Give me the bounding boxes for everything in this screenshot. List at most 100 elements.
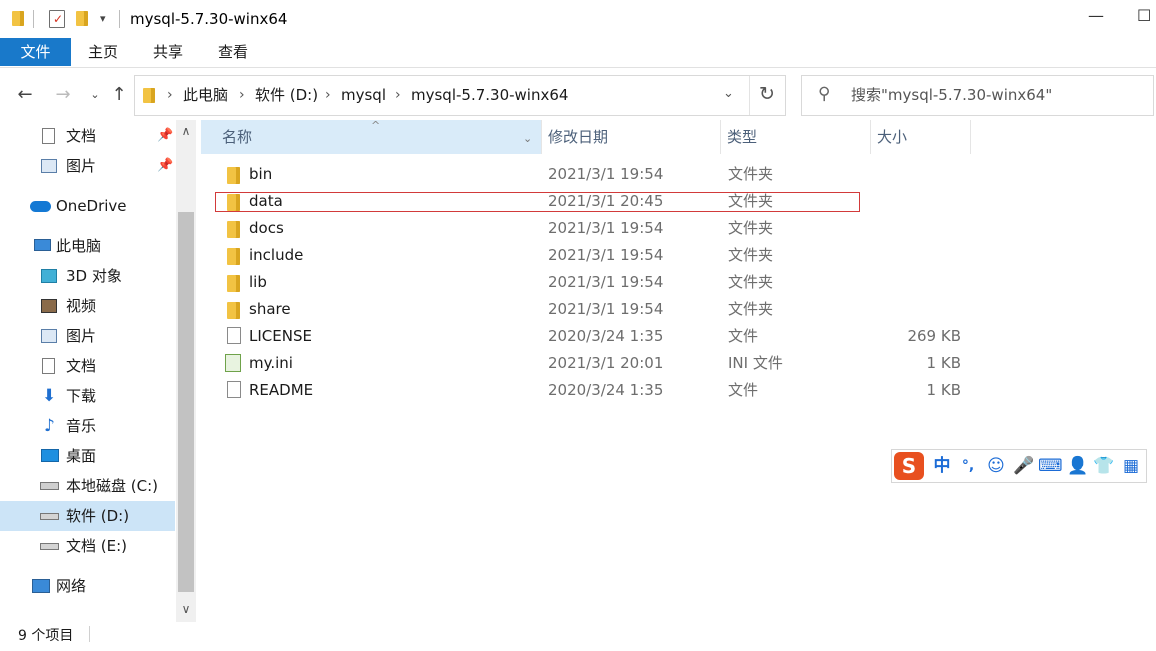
videos-icon	[41, 299, 57, 313]
pin-icon[interactable]: 📌	[157, 151, 173, 181]
downloads-icon: ⬇	[42, 386, 57, 406]
column-header-size[interactable]: 大小	[877, 120, 967, 154]
pin-icon[interactable]: 📌	[157, 121, 173, 151]
sidebar-item-network[interactable]: 网络	[0, 571, 175, 601]
file-row-share[interactable]: share 2021/3/1 19:54 文件夹	[201, 296, 1156, 323]
folder-icon	[227, 275, 240, 292]
sidebar-item-quick-documents[interactable]: 文档 📌	[0, 121, 175, 151]
breadcrumb-this-pc[interactable]: 此电脑	[183, 76, 228, 115]
desktop-icon	[41, 449, 59, 462]
user-icon[interactable]: 👤	[1066, 450, 1090, 482]
ime-punctuation-toggle[interactable]: °,	[956, 450, 980, 482]
microphone-icon[interactable]: 🎤	[1012, 450, 1036, 482]
sidebar-item-desktop[interactable]: 桌面	[0, 441, 175, 471]
this-pc-icon	[34, 239, 51, 251]
file-row-bin[interactable]: bin 2021/3/1 19:54 文件夹	[201, 161, 1156, 188]
tab-home[interactable]: 主页	[86, 38, 120, 66]
folder-icon	[227, 248, 240, 265]
file-row-lib[interactable]: lib 2021/3/1 19:54 文件夹	[201, 269, 1156, 296]
recent-locations-chevron-icon[interactable]: ⌄	[84, 82, 106, 108]
search-box[interactable]: ⚲ 搜索"mysql-5.7.30-winx64"	[801, 75, 1154, 116]
breadcrumb-current-folder[interactable]: mysql-5.7.30-winx64	[411, 76, 568, 115]
back-arrow-icon[interactable]: ←	[14, 82, 36, 108]
breadcrumb-separator-icon[interactable]: ›	[325, 76, 331, 115]
file-icon	[227, 381, 241, 398]
sidebar-item-downloads[interactable]: ⬇ 下载	[0, 381, 175, 411]
customize-quick-access-chevron-icon[interactable]: ▾	[100, 12, 106, 25]
file-row-docs[interactable]: docs 2021/3/1 19:54 文件夹	[201, 215, 1156, 242]
pictures-icon	[41, 329, 57, 343]
tab-share[interactable]: 共享	[151, 38, 185, 66]
breadcrumb-separator-icon[interactable]: ›	[167, 76, 173, 115]
music-icon: ♪	[44, 416, 55, 436]
folder-icon	[227, 221, 240, 238]
minimize-button[interactable]: —	[1088, 6, 1104, 25]
file-list: 名称 ^ ⌄ 修改日期 类型 大小 bin 2021/3/1 19:54 文件夹…	[201, 119, 1156, 622]
sidebar-item-3d-objects[interactable]: 3D 对象	[0, 261, 175, 291]
up-arrow-icon[interactable]: ↑	[108, 82, 130, 108]
column-header-name[interactable]: 名称 ^ ⌄	[201, 119, 541, 156]
sidebar-item-this-pc[interactable]: 此电脑	[0, 231, 175, 261]
file-icon	[227, 327, 241, 344]
divider	[33, 10, 34, 28]
file-row-license[interactable]: LICENSE 2020/3/24 1:35 文件 269 KB	[201, 323, 1156, 350]
scroll-down-arrow-icon[interactable]: ∨	[176, 602, 196, 616]
divider	[119, 10, 120, 28]
keyboard-icon[interactable]: ⌨	[1038, 450, 1063, 482]
scrollbar-thumb[interactable]	[178, 212, 194, 592]
onedrive-icon	[30, 201, 51, 212]
window-title: mysql-5.7.30-winx64	[130, 10, 288, 28]
forward-arrow-icon[interactable]: →	[52, 82, 74, 108]
sidebar-item-videos[interactable]: 视频	[0, 291, 175, 321]
ime-mode-toggle[interactable]: 中	[930, 450, 954, 482]
breadcrumb-separator-icon[interactable]: ›	[395, 76, 401, 115]
3d-objects-icon	[41, 269, 57, 283]
divider	[970, 120, 971, 154]
scroll-up-arrow-icon[interactable]: ∧	[176, 124, 196, 138]
navigation-pane: 文档 📌 图片 📌 OneDrive 此电脑 3D 对象 视频 图片 文档 ⬇ …	[0, 120, 196, 622]
search-icon: ⚲	[818, 84, 831, 104]
sidebar-item-documents[interactable]: 文档	[0, 351, 175, 381]
column-header-type[interactable]: 类型	[727, 120, 867, 154]
file-row-include[interactable]: include 2021/3/1 19:54 文件夹	[201, 242, 1156, 269]
documents-icon	[42, 358, 55, 374]
navigation-scrollbar[interactable]: ∧ ∨	[176, 120, 196, 622]
new-folder-quick-access-icon[interactable]	[76, 11, 88, 26]
maximize-button[interactable]: ☐	[1137, 6, 1151, 25]
search-input[interactable]: 搜索"mysql-5.7.30-winx64"	[851, 76, 1052, 115]
file-row-readme[interactable]: README 2020/3/24 1:35 文件 1 KB	[201, 377, 1156, 404]
sidebar-item-onedrive[interactable]: OneDrive	[0, 191, 175, 221]
sidebar-item-music[interactable]: ♪ 音乐	[0, 411, 175, 441]
folder-icon	[143, 88, 155, 103]
column-headers: 名称 ^ ⌄ 修改日期 类型 大小	[201, 119, 1156, 156]
sidebar-item-quick-pictures[interactable]: 图片 📌	[0, 151, 175, 181]
divider	[749, 76, 750, 115]
breadcrumb-separator-icon[interactable]: ›	[239, 76, 245, 115]
drive-icon	[40, 543, 59, 550]
sogou-logo-icon[interactable]: S	[894, 452, 924, 480]
folder-icon	[227, 302, 240, 319]
sidebar-item-drive-c[interactable]: 本地磁盘 (C:)	[0, 471, 175, 501]
divider	[720, 120, 721, 154]
divider	[89, 626, 90, 642]
file-row-my-ini[interactable]: my.ini 2021/3/1 20:01 INI 文件 1 KB	[201, 350, 1156, 377]
column-header-date[interactable]: 修改日期	[548, 120, 718, 154]
emoji-icon[interactable]: ☺	[984, 450, 1008, 482]
sidebar-item-drive-e[interactable]: 文档 (E:)	[0, 531, 175, 561]
address-bar[interactable]: › 此电脑 › 软件 (D:) › mysql › mysql-5.7.30-w…	[134, 75, 786, 116]
properties-quick-access-icon[interactable]: ✓	[49, 10, 65, 28]
sidebar-item-drive-d[interactable]: 软件 (D:)	[0, 501, 175, 531]
documents-icon	[42, 128, 55, 144]
sidebar-item-pictures[interactable]: 图片	[0, 321, 175, 351]
pictures-icon	[41, 159, 57, 173]
address-history-chevron-icon[interactable]: ⌄	[723, 86, 734, 101]
column-dropdown-chevron-icon[interactable]: ⌄	[523, 122, 532, 156]
navigation-bar: ← → ⌄ ↑ › 此电脑 › 软件 (D:) › mysql › mysql-…	[0, 72, 1156, 118]
breadcrumb-drive-d[interactable]: 软件 (D:)	[255, 76, 318, 115]
tab-file[interactable]: 文件	[0, 38, 71, 66]
highlight-box	[215, 192, 860, 212]
tab-view[interactable]: 查看	[216, 38, 250, 66]
skin-icon[interactable]: 👕	[1092, 450, 1116, 482]
refresh-icon[interactable]: ↻	[759, 83, 775, 105]
toolbox-grid-icon[interactable]: ▦	[1119, 450, 1143, 482]
